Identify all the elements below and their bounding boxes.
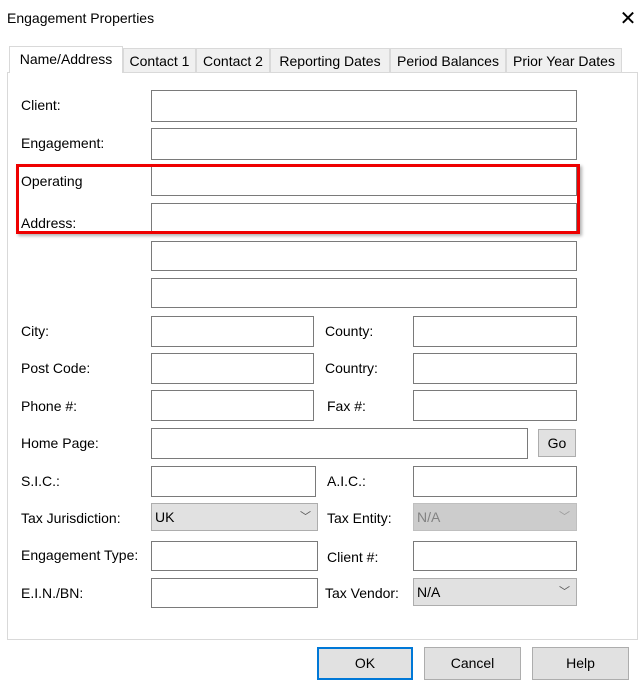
window-title: Engagement Properties — [7, 10, 155, 26]
tab-contact-1[interactable]: Contact 1 — [123, 48, 196, 72]
fax-label: Fax #: — [327, 398, 366, 414]
chevron-down-icon: ﹀ — [559, 511, 570, 523]
engagement-input[interactable] — [151, 128, 577, 160]
client-number-label: Client #: — [327, 549, 379, 565]
tax-vendor-label: Tax Vendor: — [325, 585, 399, 601]
client-input[interactable] — [151, 90, 577, 122]
county-input[interactable] — [413, 316, 577, 347]
tax-jurisdiction-value: UK — [155, 509, 175, 525]
post-code-input[interactable] — [151, 353, 314, 384]
sic-label: S.I.C.: — [21, 473, 60, 489]
tax-jurisdiction-select[interactable]: UK ﹀ — [151, 503, 318, 531]
client-number-input[interactable] — [413, 541, 577, 571]
engagement-type-label: Engagement Type: — [21, 547, 139, 563]
tax-entity-select: N/A ﹀ — [413, 503, 577, 531]
country-input[interactable] — [413, 353, 577, 384]
tax-vendor-value: N/A — [417, 584, 441, 600]
highlight-box — [16, 164, 580, 234]
tax-entity-label: Tax Entity: — [327, 510, 392, 526]
county-label: County: — [325, 323, 374, 339]
tab-period-balances[interactable]: Period Balances — [390, 48, 506, 72]
fax-input[interactable] — [413, 390, 577, 421]
engagement-label: Engagement: — [21, 135, 105, 151]
sic-input[interactable] — [151, 466, 316, 497]
post-code-label: Post Code: — [21, 360, 91, 376]
tab-contact-2[interactable]: Contact 2 — [196, 48, 270, 72]
tax-vendor-select[interactable]: N/A ﹀ — [413, 578, 577, 606]
cancel-button[interactable]: Cancel — [424, 647, 521, 680]
phone-input[interactable] — [151, 390, 314, 421]
phone-label: Phone #: — [21, 398, 78, 414]
aic-input[interactable] — [413, 466, 577, 497]
address-line-2-input[interactable] — [151, 241, 577, 271]
engagement-type-input[interactable] — [151, 541, 318, 571]
tax-jurisdiction-label: Tax Jurisdiction: — [21, 510, 121, 526]
city-label: City: — [21, 323, 49, 339]
ok-button[interactable]: OK — [317, 647, 413, 680]
go-button[interactable]: Go — [538, 429, 576, 457]
tab-reporting-dates[interactable]: Reporting Dates — [270, 48, 390, 72]
home-page-input[interactable] — [151, 428, 528, 459]
city-input[interactable] — [151, 316, 314, 347]
chevron-down-icon: ﹀ — [559, 586, 570, 598]
client-label: Client: — [21, 97, 61, 113]
help-button[interactable]: Help — [532, 647, 629, 680]
home-page-label: Home Page: — [21, 435, 99, 451]
tab-prior-year-dates[interactable]: Prior Year Dates — [506, 48, 622, 72]
address-line-3-input[interactable] — [151, 278, 577, 308]
close-icon[interactable]: ✕ — [618, 6, 638, 31]
chevron-down-icon: ﹀ — [300, 511, 311, 523]
ein-label: E.I.N./BN: — [21, 585, 84, 601]
country-label: Country: — [325, 360, 378, 376]
tax-entity-value: N/A — [417, 509, 441, 525]
aic-label: A.I.C.: — [327, 473, 366, 489]
tab-name-address[interactable]: Name/Address — [9, 46, 123, 73]
ein-input[interactable] — [151, 578, 318, 608]
